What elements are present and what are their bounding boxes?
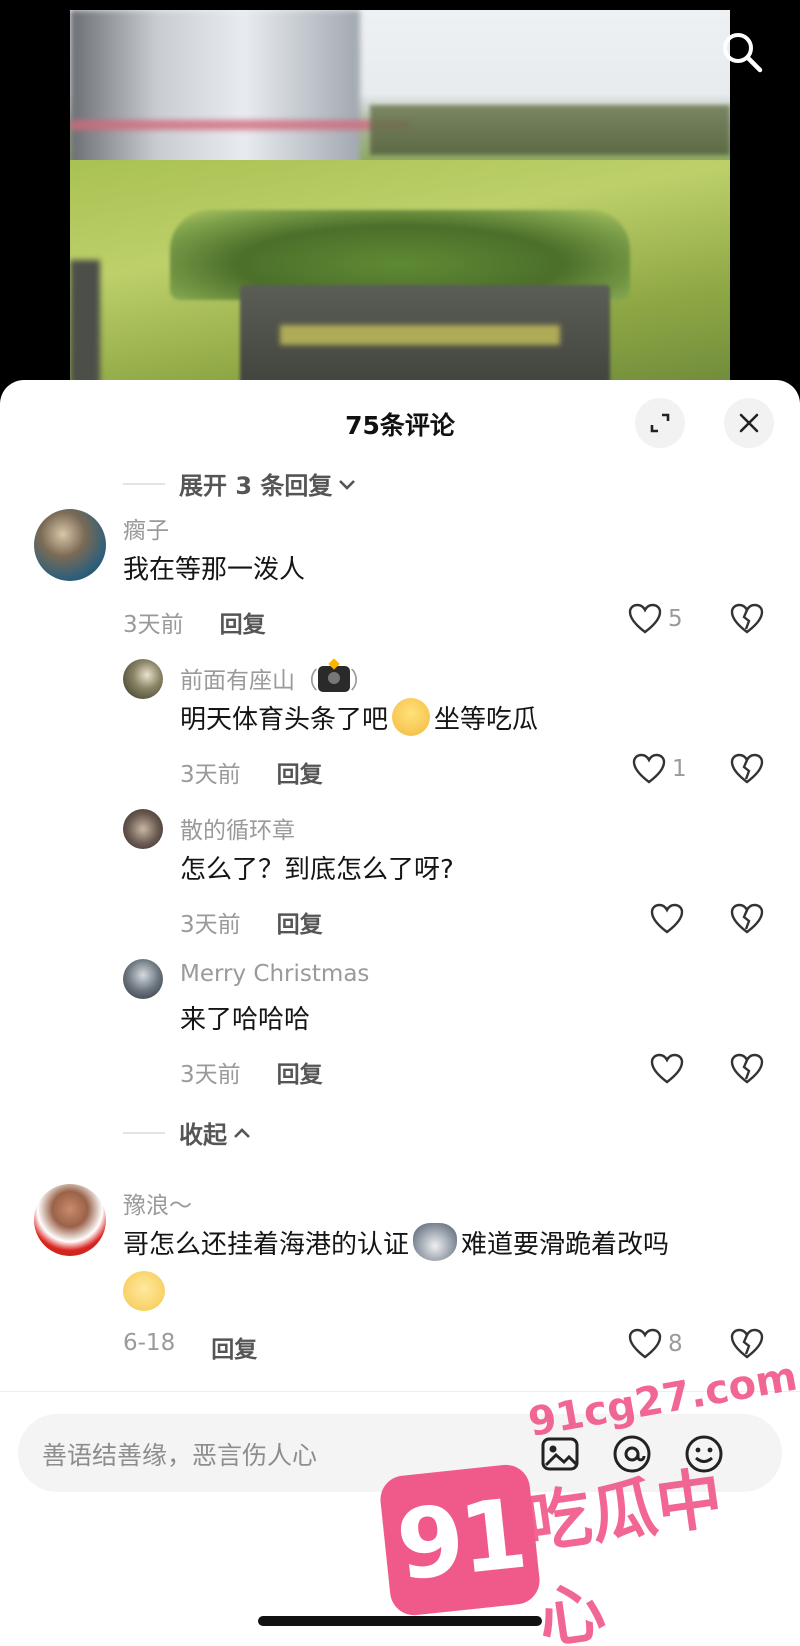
comment-time: 3天前: [180, 912, 241, 938]
heart-icon: [628, 603, 662, 634]
comment-author[interactable]: 散的循环章: [180, 811, 295, 845]
expand-replies-label: 展开 3 条回复: [179, 472, 333, 500]
like-button[interactable]: [650, 1053, 684, 1085]
image-button[interactable]: [538, 1432, 582, 1476]
video-frame-trees: [370, 105, 730, 155]
comment-text: 来了哈哈哈: [180, 1005, 311, 1035]
comment-time: 3天前: [180, 762, 241, 788]
chevron-down-icon: [336, 473, 358, 495]
expand-replies-button[interactable]: 展开 3 条回复: [123, 466, 358, 501]
blob-emoji-icon: [123, 1271, 165, 1311]
avatar[interactable]: [123, 659, 163, 699]
broken-heart-icon: [730, 1053, 764, 1084]
comment-meta: 3天前 回复: [180, 1055, 323, 1089]
reply-button[interactable]: 回复: [220, 605, 266, 639]
divider-line: [123, 482, 165, 485]
reply-button[interactable]: 回复: [277, 755, 323, 789]
reply-item: 前面有座山（） 明天体育头条了吧 坐等吃瓜 3天前 回复 1: [0, 655, 800, 805]
avatar[interactable]: [123, 959, 163, 999]
home-indicator[interactable]: [258, 1616, 542, 1626]
heart-icon: [628, 1328, 662, 1359]
avatar[interactable]: [34, 1184, 106, 1256]
heart-icon: [650, 903, 684, 934]
comment-meta: 3天前 回复: [180, 905, 323, 939]
broken-heart-icon: [730, 753, 764, 784]
comment-meta: 3天前 回复: [123, 605, 266, 639]
video-frame-stripe: [70, 120, 410, 130]
like-count: 1: [672, 756, 687, 782]
comment-time: 3天前: [180, 1062, 241, 1088]
comment-text: 哥怎么还挂着海港的认证 难道要滑跪着改吗: [123, 1220, 763, 1320]
comment-item: 瘸子 我在等那一泼人 3天前 回复 5: [0, 505, 800, 645]
video-player[interactable]: [70, 10, 730, 390]
like-count: 5: [668, 606, 683, 632]
dislike-button[interactable]: [730, 903, 764, 939]
close-icon: [739, 413, 759, 433]
comment-input-placeholder: 善语结善缘，恶言伤人心: [42, 1441, 318, 1470]
comment-time: 6-18: [123, 1330, 176, 1356]
search-button[interactable]: [720, 30, 764, 74]
comment-text: 怎么了？到底怎么了呀?: [180, 855, 454, 885]
like-button[interactable]: [650, 903, 684, 935]
comments-header: 75条评论: [0, 380, 800, 468]
dislike-button[interactable]: [730, 1328, 764, 1364]
comment-time: 3天前: [123, 612, 184, 638]
expand-icon: [650, 413, 670, 433]
like-button[interactable]: 5: [628, 603, 683, 635]
comment-author[interactable]: 前面有座山（）: [180, 661, 373, 695]
comment-author[interactable]: Merry Christmas: [180, 961, 369, 987]
divider-line: [123, 1131, 165, 1134]
like-button[interactable]: 1: [632, 753, 687, 785]
heart-icon: [650, 1053, 684, 1084]
video-frame-post: [70, 260, 100, 390]
like-count: 8: [668, 1331, 683, 1357]
camera-icon: [318, 666, 350, 692]
husky-emoji-icon: [413, 1223, 458, 1261]
video-frame-planter: [170, 210, 630, 390]
expand-button[interactable]: [635, 398, 685, 448]
reply-item: Merry Christmas 来了哈哈哈 3天前 回复: [0, 955, 800, 1105]
collapse-replies-button[interactable]: 收起: [123, 1115, 253, 1150]
emoji-button[interactable]: [682, 1432, 726, 1476]
dislike-button[interactable]: [730, 603, 764, 639]
comments-sheet: 75条评论 展开 3 条回复 瘸子 我在等那一泼人 3天前 回复 5 前面有座山…: [0, 380, 800, 1646]
at-icon: [613, 1435, 651, 1473]
avatar[interactable]: [123, 809, 163, 849]
reply-button[interactable]: 回复: [277, 1055, 323, 1089]
image-icon: [541, 1437, 579, 1471]
comment-meta: 3天前 回复: [180, 755, 323, 789]
dislike-button[interactable]: [730, 753, 764, 789]
comment-meta: 6-18 回复: [123, 1330, 257, 1364]
video-frame-box: [240, 285, 610, 390]
reply-button[interactable]: 回复: [211, 1330, 257, 1364]
broken-heart-icon: [730, 1328, 764, 1359]
emoji-icon: [685, 1435, 723, 1473]
chevron-up-icon: [231, 1122, 253, 1144]
comment-author[interactable]: 豫浪～: [123, 1186, 192, 1220]
broken-heart-icon: [730, 903, 764, 934]
comment-text: 明天体育头条了吧 坐等吃瓜: [180, 695, 538, 745]
reply-item: 散的循环章 怎么了？到底怎么了呀? 3天前 回复: [0, 805, 800, 955]
mention-button[interactable]: [610, 1432, 654, 1476]
collapse-label: 收起: [179, 1121, 227, 1149]
broken-heart-icon: [730, 603, 764, 634]
input-divider: [0, 1391, 800, 1392]
close-button[interactable]: [724, 398, 774, 448]
avatar[interactable]: [34, 509, 106, 581]
dislike-button[interactable]: [730, 1053, 764, 1089]
like-button[interactable]: 8: [628, 1328, 683, 1360]
worried-emoji-icon: [392, 698, 431, 736]
comment-text: 我在等那一泼人: [123, 555, 306, 585]
comment-item: 豫浪～ 哥怎么还挂着海港的认证 难道要滑跪着改吗 6-18 回复 8: [0, 1180, 800, 1380]
search-icon: [723, 33, 763, 73]
video-frame-building: [70, 10, 360, 170]
comment-author[interactable]: 瘸子: [123, 511, 169, 545]
reply-button[interactable]: 回复: [277, 905, 323, 939]
heart-icon: [632, 753, 666, 784]
comment-input[interactable]: 善语结善缘，恶言伤人心: [18, 1414, 782, 1492]
